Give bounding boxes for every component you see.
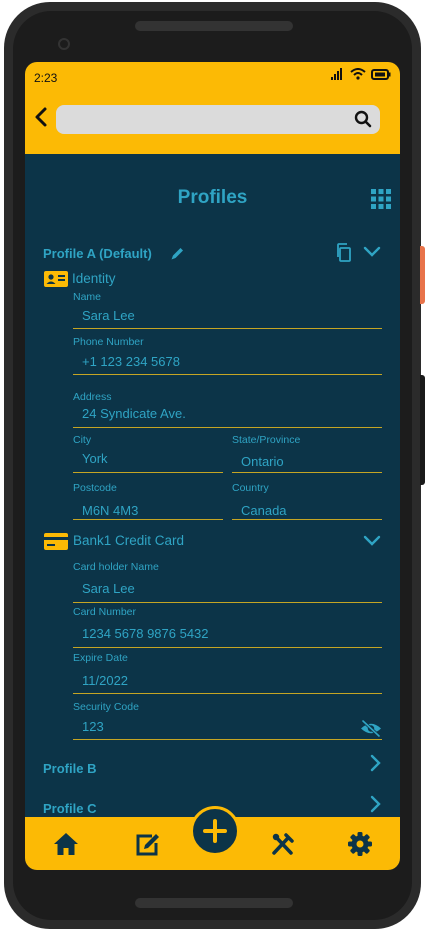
- search-bar[interactable]: [56, 105, 380, 134]
- phone-field[interactable]: +1 123 234 5678: [82, 354, 180, 369]
- status-time: 2:23: [34, 71, 58, 85]
- city-underline: [73, 472, 223, 473]
- profile-a-title: Profile A (Default): [43, 246, 152, 261]
- speaker-top: [135, 21, 293, 31]
- search-icon[interactable]: [354, 110, 372, 128]
- search-input[interactable]: [64, 110, 348, 132]
- wifi-icon: [350, 68, 366, 80]
- chevron-right-icon[interactable]: [370, 795, 382, 813]
- page-title: Profiles: [177, 187, 248, 208]
- gear-icon[interactable]: [347, 831, 373, 857]
- state-underline: [232, 472, 382, 473]
- tools-icon[interactable]: [271, 832, 295, 856]
- name-underline: [73, 328, 382, 329]
- country-underline: [232, 519, 382, 520]
- address-underline: [73, 427, 382, 428]
- profile-b-header[interactable]: Profile B: [43, 761, 96, 776]
- signal-icon: [331, 68, 342, 80]
- profile-a-header[interactable]: Profile A (Default): [43, 246, 152, 261]
- card-number-label: Card Number: [73, 606, 137, 618]
- address-label: Address: [73, 391, 112, 403]
- profile-c-title: Profile C: [43, 801, 97, 816]
- expire-date-label: Expire Date: [73, 652, 128, 664]
- identity-section-title: Identity: [72, 271, 116, 286]
- name-field[interactable]: Sara Lee: [82, 308, 135, 323]
- chevron-right-icon[interactable]: [370, 754, 382, 772]
- status-bar: 2:23: [25, 62, 400, 92]
- card-number-field[interactable]: 1234 5678 9876 5432: [82, 626, 209, 641]
- expire-date-field[interactable]: 11/2022: [82, 673, 128, 688]
- security-code-underline: [73, 739, 382, 740]
- copy-icon[interactable]: [336, 243, 353, 262]
- card-holder-field[interactable]: Sara Lee: [82, 581, 135, 596]
- pencil-icon[interactable]: [170, 246, 185, 261]
- eye-off-icon[interactable]: [360, 720, 382, 737]
- add-icon: [203, 819, 227, 843]
- phone-label: Phone Number: [73, 336, 144, 348]
- credit-card-icon: [44, 533, 68, 550]
- battery-icon: [371, 68, 391, 80]
- back-icon[interactable]: [31, 106, 51, 128]
- card-number-underline: [73, 647, 382, 648]
- address-field[interactable]: 24 Syndicate Ave.: [82, 406, 186, 421]
- card-holder-underline: [73, 602, 382, 603]
- profiles-content: Profiles Profile A (Default) Identity Na…: [25, 154, 400, 817]
- side-button: [420, 246, 425, 304]
- country-label: Country: [232, 482, 269, 494]
- card-holder-label: Card holder Name: [73, 561, 159, 573]
- postcode-underline: [73, 519, 223, 520]
- postcode-label: Postcode: [73, 482, 117, 494]
- expire-date-underline: [73, 693, 382, 694]
- status-icons: [331, 68, 391, 80]
- state-label: State/Province: [232, 434, 301, 446]
- profile-b-title: Profile B: [43, 761, 97, 776]
- credit-card-section-title: Bank1 Credit Card: [73, 533, 185, 548]
- postcode-field[interactable]: M6N 4M3: [82, 503, 138, 518]
- edit-icon[interactable]: [135, 832, 161, 858]
- city-label: City: [73, 434, 92, 446]
- grid-view-icon[interactable]: [371, 189, 391, 209]
- profile-c-header[interactable]: Profile C: [43, 801, 96, 816]
- camera: [58, 38, 70, 50]
- screen: 2:23 Profiles Profile A (Default) Identi…: [25, 62, 400, 870]
- app-bar: [25, 92, 400, 154]
- home-icon[interactable]: [52, 831, 80, 857]
- speaker-bottom: [135, 898, 293, 908]
- id-card-icon: [44, 271, 68, 287]
- chevron-down-icon[interactable]: [363, 535, 381, 547]
- add-button[interactable]: [190, 806, 240, 856]
- state-field[interactable]: Ontario: [241, 454, 284, 469]
- phone-underline: [73, 374, 382, 375]
- name-label: Name: [73, 291, 102, 303]
- city-field[interactable]: York: [82, 451, 108, 466]
- security-code-field[interactable]: 123: [82, 719, 104, 734]
- side-button: [420, 375, 425, 485]
- security-code-label: Security Code: [73, 701, 139, 713]
- chevron-down-icon[interactable]: [363, 246, 381, 258]
- country-field[interactable]: Canada: [241, 503, 287, 518]
